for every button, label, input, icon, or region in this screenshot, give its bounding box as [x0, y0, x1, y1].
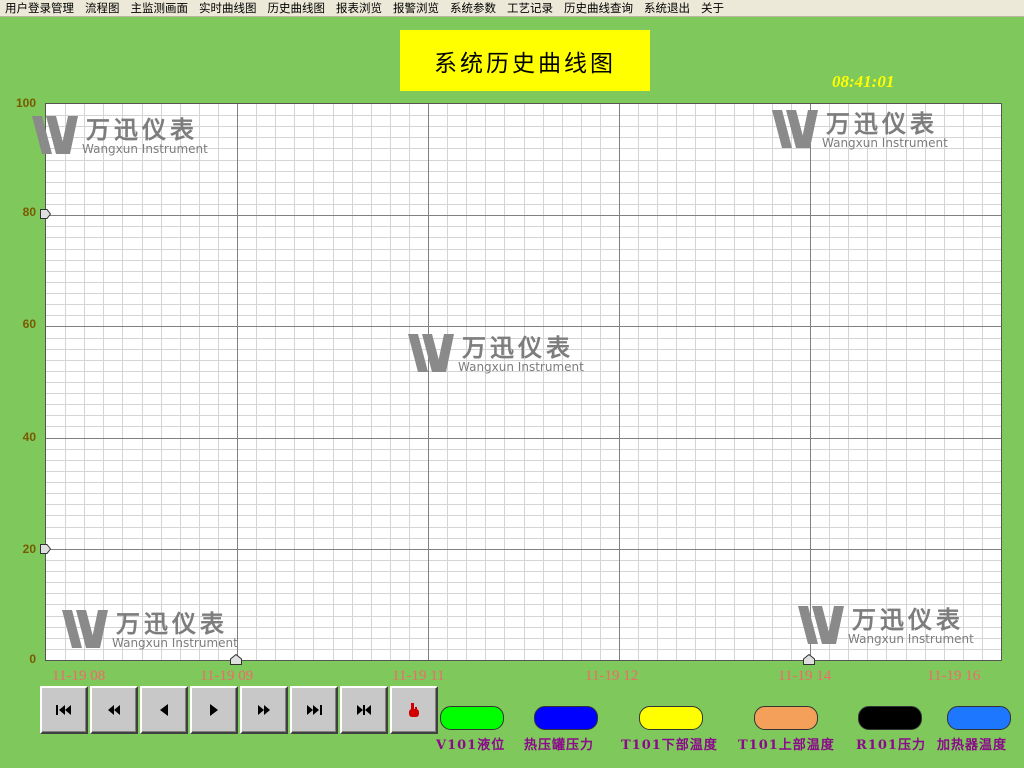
step-back-button[interactable]: [140, 686, 188, 734]
fast-forward-icon: [258, 705, 270, 715]
y-tick-label: 0: [29, 652, 36, 666]
legend-label: R101压力: [856, 738, 926, 753]
menu-exit[interactable]: 系统退出: [639, 0, 696, 16]
skip-last-icon: [307, 705, 322, 715]
pointer-button[interactable]: [390, 686, 438, 734]
menu-bar: 用户登录管理 流程图 主监测画面 实时曲线图 历史曲线图 报表浏览 报警浏览 系…: [0, 0, 1024, 17]
chart-grid: [46, 104, 1001, 660]
x-tick-label: 11-19 16: [927, 668, 981, 684]
fast-rewind-button[interactable]: [90, 686, 138, 734]
x-tick-label: 11-19 14: [778, 668, 832, 684]
legend-label: T101上部温度: [738, 738, 835, 753]
menu-user-login[interactable]: 用户登录管理: [0, 0, 80, 16]
x-tick-label: 11-19 09: [200, 668, 254, 684]
y-tick-label: 100: [15, 96, 36, 110]
play-icon: [210, 704, 218, 716]
menu-history-curve[interactable]: 历史曲线图: [263, 0, 332, 16]
x-tick-label: 11-19 12: [585, 668, 639, 684]
page-title: 系统历史曲线图: [400, 30, 650, 91]
legend-swatch-yellow[interactable]: [639, 706, 703, 730]
y-tick-label: 80: [22, 205, 36, 219]
menu-system-params[interactable]: 系统参数: [445, 0, 502, 16]
jump-icon: [357, 705, 371, 715]
navigation-toolbar: [40, 686, 438, 734]
menu-flowchart[interactable]: 流程图: [80, 0, 126, 16]
y-tick-label: 60: [22, 317, 36, 331]
menu-history-query[interactable]: 历史曲线查询: [559, 0, 639, 16]
x-tick-label: 11-19 11: [392, 668, 445, 684]
menu-about[interactable]: 关于: [696, 0, 730, 16]
x-tick-label: 11-19 08: [52, 668, 106, 684]
y-tick-label: 40: [22, 430, 36, 444]
menu-report-browse[interactable]: 报表浏览: [331, 0, 388, 16]
menu-realtime-curve[interactable]: 实时曲线图: [194, 0, 263, 16]
fast-forward-button[interactable]: [240, 686, 288, 734]
skip-first-icon: [56, 705, 71, 715]
time-cursor-end-marker[interactable]: [803, 654, 815, 665]
play-button[interactable]: [190, 686, 238, 734]
legend-label: 加热器温度: [937, 738, 1008, 753]
first-button[interactable]: [40, 686, 88, 734]
menu-main-monitor[interactable]: 主监测画面: [126, 0, 195, 16]
upper-limit-marker[interactable]: [40, 209, 51, 219]
legend-label: V101液位: [436, 738, 506, 753]
step-back-icon: [160, 704, 168, 716]
legend-label: T101下部温度: [621, 738, 718, 753]
time-cursor-start-marker[interactable]: [230, 654, 242, 665]
legend-label: 热压罐压力: [524, 738, 595, 753]
legend-swatch-blue[interactable]: [534, 706, 598, 730]
legend-swatch-orange[interactable]: [754, 706, 818, 730]
legend-swatch-light-blue[interactable]: [947, 706, 1011, 730]
lower-limit-marker[interactable]: [40, 544, 51, 554]
menu-alarm-browse[interactable]: 报警浏览: [388, 0, 445, 16]
jump-button[interactable]: [340, 686, 388, 734]
last-button[interactable]: [290, 686, 338, 734]
clock-readout: 08:41:01: [832, 72, 895, 91]
fast-rewind-icon: [108, 705, 120, 715]
legend-swatch-black[interactable]: [858, 706, 922, 730]
y-tick-label: 20: [22, 542, 36, 556]
menu-process-records[interactable]: 工艺记录: [502, 0, 559, 16]
hand-pointer-icon: [409, 703, 419, 717]
legend-swatch-green[interactable]: [440, 706, 504, 730]
history-chart-plot[interactable]: 万迅仪表 Wangxun Instrument 万迅仪表 Wangxun Ins…: [32, 103, 1002, 661]
